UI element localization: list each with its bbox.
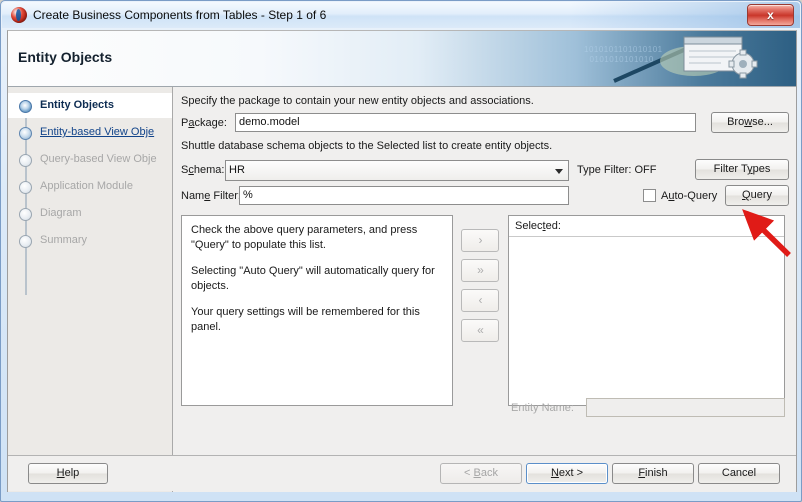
sidebar-item-entity-based-view-obje[interactable]: Entity-based View Obje [8, 120, 172, 145]
step-dot-icon [19, 235, 32, 248]
name-filter-label: Name Filter: [181, 190, 241, 202]
selected-objects-panel[interactable]: Selected: [508, 215, 785, 406]
browse-button[interactable]: Browse... [711, 112, 789, 133]
sidebar-item-application-module: Application Module [8, 174, 172, 199]
step-dot-icon [19, 100, 32, 113]
close-icon[interactable]: x [747, 4, 794, 26]
page-title: Entity Objects [18, 49, 113, 65]
step-dot-icon [19, 208, 32, 221]
sidebar-item-label: Diagram [40, 207, 82, 219]
sidebar-item-label: Entity-based View Obje [40, 126, 155, 138]
binary-decoration: 1010101101010101 0101010101010 [584, 45, 663, 64]
name-filter-input[interactable]: % [239, 186, 569, 205]
sidebar-item-diagram: Diagram [8, 201, 172, 226]
type-filter-status: Type Filter: OFF [577, 164, 657, 176]
entity-name-input [586, 398, 785, 417]
dialog-client-area: Entity Objects 1010101101010101 01010101… [7, 30, 797, 492]
selected-label: Selected: [515, 220, 561, 232]
sidebar-item-label: Application Module [40, 180, 133, 192]
available-objects-panel[interactable]: Check the above query parameters, and pr… [181, 215, 453, 406]
cancel-button[interactable]: Cancel [698, 463, 780, 484]
selected-header: Selected: [509, 216, 784, 237]
auto-query-checkbox[interactable] [643, 189, 656, 202]
sidebar-item-label: Summary [40, 234, 88, 246]
oracle-jdeveloper-icon [11, 7, 27, 23]
move-left-button[interactable]: ‹ [461, 289, 499, 312]
sidebar-item-entity-objects[interactable]: Entity Objects [8, 93, 172, 118]
query-button[interactable]: Query [725, 185, 789, 206]
move-all-right-button[interactable]: » [461, 259, 499, 282]
schema-value: HR [229, 164, 245, 176]
dialog-button-bar: Help < Back Next > Finish Cancel [8, 455, 796, 491]
banner-artwork: 1010101101010101 0101010101010 [576, 31, 796, 86]
dialog-window: Create Business Components from Tables -… [0, 0, 802, 502]
package-input[interactable]: demo.model [235, 113, 696, 132]
package-label: Package: [181, 117, 227, 129]
next-button[interactable]: Next > [526, 463, 608, 484]
filter-types-button[interactable]: Filter Types [695, 159, 789, 180]
hint-paragraph: Your query settings will be remembered f… [191, 306, 420, 333]
sidebar-item-label: Entity Objects [40, 99, 114, 111]
help-button[interactable]: Help [28, 463, 108, 484]
hint-paragraph: Selecting "Auto Query" will automaticall… [191, 265, 435, 292]
chevron-down-icon[interactable] [555, 169, 563, 174]
step-dot-icon [19, 154, 32, 167]
wizard-step-sidebar: Entity Objects Entity-based View Obje Quer… [8, 87, 173, 492]
sidebar-item-summary: Summary [8, 228, 172, 253]
sidebar-item-label: Query-based View Obje [40, 153, 157, 165]
shuttle-hint: Shuttle database schema objects to the S… [181, 140, 553, 152]
title-bar: Create Business Components from Tables -… [2, 2, 800, 28]
finish-button[interactable]: Finish [612, 463, 694, 484]
auto-query-label: Auto-Query [661, 190, 718, 202]
entity-name-label: Entity Name: [511, 402, 574, 414]
schema-dropdown[interactable]: HR [225, 160, 569, 181]
back-button: < Back [440, 463, 522, 484]
move-all-left-button[interactable]: « [461, 319, 499, 342]
step-dot-icon [19, 181, 32, 194]
wizard-main-panel: Specify the package to contain your new … [173, 87, 796, 492]
hint-paragraph: Check the above query parameters, and pr… [191, 224, 418, 251]
available-objects-hint: Check the above query parameters, and pr… [191, 223, 441, 346]
package-hint: Specify the package to contain your new … [181, 95, 534, 107]
step-dot-icon [19, 127, 32, 140]
move-right-button[interactable]: › [461, 229, 499, 252]
wizard-banner: Entity Objects 1010101101010101 01010101… [8, 31, 796, 87]
schema-label: Schema: [181, 164, 225, 176]
window-title: Create Business Components from Tables -… [33, 8, 327, 22]
sidebar-item-query-based-view-obje: Query-based View Obje [8, 147, 172, 172]
